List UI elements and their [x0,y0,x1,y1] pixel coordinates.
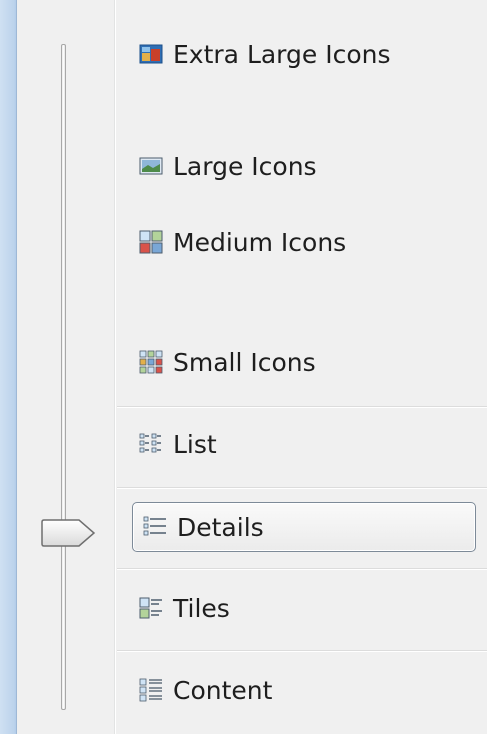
list-icon [139,433,161,453]
content-icon [139,678,162,702]
menu-item-large-icons[interactable]: Large Icons [129,140,487,192]
menu-item-details[interactable]: Details [132,502,476,552]
medium-icons-icon [139,230,163,254]
menu-separator [117,568,487,570]
menu-item-medium-icons[interactable]: Medium Icons [129,216,487,268]
extra-large-icons-icon [139,44,163,64]
gutter-divider-highlight [115,0,116,734]
tiles-icon [139,597,162,619]
menu-item-label: Medium Icons [173,227,347,257]
menu-item-label: Small Icons [173,347,316,377]
menu-separator [117,650,487,652]
view-slider-track[interactable] [61,44,66,710]
menu-item-label: Large Icons [173,151,317,181]
view-menu: Extra Large Icons Large Icons Medium Ico… [16,0,487,734]
menu-item-label: Details [177,512,264,542]
details-icon [143,516,166,536]
menu-item-label: Content [173,675,273,705]
menu-item-label: List [173,429,217,459]
large-icons-icon [139,157,163,175]
menu-item-label: Tiles [173,593,230,623]
small-icons-icon [139,350,163,374]
menu-item-label: Extra Large Icons [173,39,391,69]
menu-item-content[interactable]: Content [129,664,487,716]
menu-item-tiles[interactable]: Tiles [129,582,487,634]
view-slider-thumb[interactable] [39,518,97,548]
menu-separator [117,487,487,489]
menu-item-list[interactable]: List [129,418,487,470]
menu-item-small-icons[interactable]: Small Icons [129,336,487,388]
menu-separator [117,406,487,408]
menu-item-extra-large-icons[interactable]: Extra Large Icons [129,28,487,80]
